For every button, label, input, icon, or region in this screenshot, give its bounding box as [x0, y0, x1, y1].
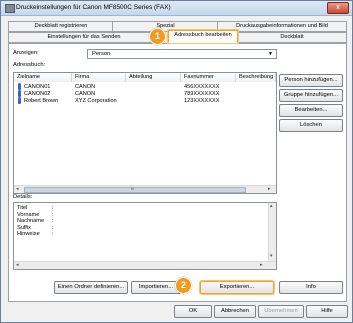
details-box: Titel Vorname Nachname Suffix Hinweise :…: [13, 202, 277, 270]
column-header-zielname[interactable]: Zielname: [14, 73, 72, 82]
printer-icon: [5, 4, 15, 13]
column-header-beschreibung[interactable]: Beschreibung: [236, 73, 276, 82]
close-button[interactable]: x: [327, 2, 349, 14]
details-colon: :: [52, 231, 54, 238]
scroll-thumb[interactable]: [24, 187, 246, 193]
callout-badge-1: 1: [149, 28, 166, 45]
scroll-down-icon[interactable]: ▾: [270, 253, 273, 259]
details-field: Suffix: [17, 224, 31, 231]
row-company: CANON: [75, 84, 96, 90]
details-colon: :: [52, 211, 54, 218]
row-name: CANON02: [24, 91, 51, 97]
details-colons: : : : : :: [52, 205, 54, 238]
address-book-list[interactable]: Zielname Firma Abteilung Faxnummer Besch…: [13, 72, 277, 194]
details-colon: :: [52, 218, 54, 225]
window-title: Druckeinstellungen für Canon MF8500C Ser…: [16, 4, 171, 11]
person-icon: [18, 97, 21, 104]
horizontal-scrollbar[interactable]: ◂ III ▸: [14, 185, 276, 193]
cancel-button[interactable]: Abbrechen: [214, 305, 256, 318]
scroll-right-icon[interactable]: ▸: [268, 186, 271, 192]
details-horizontal-scrollbar[interactable]: ◂ ▸: [14, 261, 276, 269]
define-folder-button[interactable]: Einen Ordner definieren...: [54, 281, 128, 294]
tab-deckblatt[interactable]: Deckblatt: [237, 32, 347, 43]
info-button[interactable]: Info: [279, 281, 343, 294]
address-book-panel: Anzeigen: Person ▼ Adressbuch: Zielname …: [8, 43, 347, 302]
add-group-button[interactable]: Gruppe hinzufügen...: [279, 89, 343, 102]
details-label: Details:: [13, 194, 33, 200]
row-company: XYZ Corporation: [75, 98, 117, 104]
tab-einstellungen-senden[interactable]: Einstellungen für das Senden: [8, 32, 160, 43]
tab-deckblatt-registrieren[interactable]: Deckblatt registrieren: [8, 21, 114, 32]
column-header-faxnummer[interactable]: Faxnummer: [181, 73, 236, 82]
row-fax: 456XXXXXXX: [184, 84, 220, 90]
edit-button[interactable]: Bearbeiten...: [279, 104, 343, 117]
row-fax: 789XXXXXXX: [184, 91, 220, 97]
table-row[interactable]: CANON01 CANON 456XXXXXXX: [14, 83, 276, 91]
addressbook-label: Adressbuch:: [13, 62, 46, 68]
column-header-firma[interactable]: Firma: [72, 73, 126, 82]
scroll-left-icon[interactable]: ◂: [16, 262, 19, 268]
apply-button[interactable]: Übernehmen: [258, 305, 304, 318]
column-header-abteilung[interactable]: Abteilung: [126, 73, 181, 82]
row-name: CANON01: [24, 84, 51, 90]
add-person-button[interactable]: Person hinzufügen...: [279, 74, 343, 87]
details-vertical-scrollbar[interactable]: ▴ ▾: [268, 203, 276, 261]
details-field: Titel: [17, 205, 28, 211]
row-company: CANON: [75, 91, 96, 97]
scroll-right-icon[interactable]: ▸: [260, 262, 263, 268]
display-value: Person: [92, 51, 111, 57]
details-field: Nachname: [17, 218, 45, 225]
ok-button[interactable]: OK: [174, 305, 212, 318]
display-dropdown[interactable]: Person ▼: [87, 49, 277, 59]
details-field: Hinweise: [17, 231, 40, 238]
scroll-grip-icon: III: [131, 186, 135, 191]
printer-settings-window: Druckeinstellungen für Canon MF8500C Ser…: [0, 0, 353, 323]
tab-adressbuch-bearbeiten[interactable]: Adressbuch bearbeiten: [168, 30, 238, 43]
table-row[interactable]: CANON02 CANON 789XXXXXXX: [14, 90, 276, 98]
chevron-down-icon: ▼: [268, 51, 273, 57]
table-row[interactable]: Robert Brown XYZ Corporation 123XXXXXXX: [14, 97, 276, 105]
import-button[interactable]: Importieren...: [131, 281, 181, 294]
details-colon: :: [52, 205, 54, 211]
scroll-left-icon[interactable]: ◂: [16, 186, 19, 192]
delete-button[interactable]: Löschen: [279, 119, 343, 132]
export-button[interactable]: Exportieren...: [200, 281, 274, 294]
row-name: Robert Brown: [24, 98, 59, 104]
row-fax: 123XXXXXXX: [184, 98, 220, 104]
callout-badge-2: 2: [175, 277, 192, 294]
scroll-up-icon[interactable]: ▴: [270, 203, 273, 209]
details-field: Vorname: [17, 211, 40, 218]
details-colon: :: [52, 224, 54, 231]
help-button[interactable]: Hilfe: [306, 305, 348, 318]
details-field-names: Titel Vorname Nachname Suffix Hinweise: [17, 205, 44, 238]
title-bar: Druckeinstellungen für Canon MF8500C Ser…: [1, 1, 352, 16]
display-label: Anzeigen:: [13, 50, 39, 56]
